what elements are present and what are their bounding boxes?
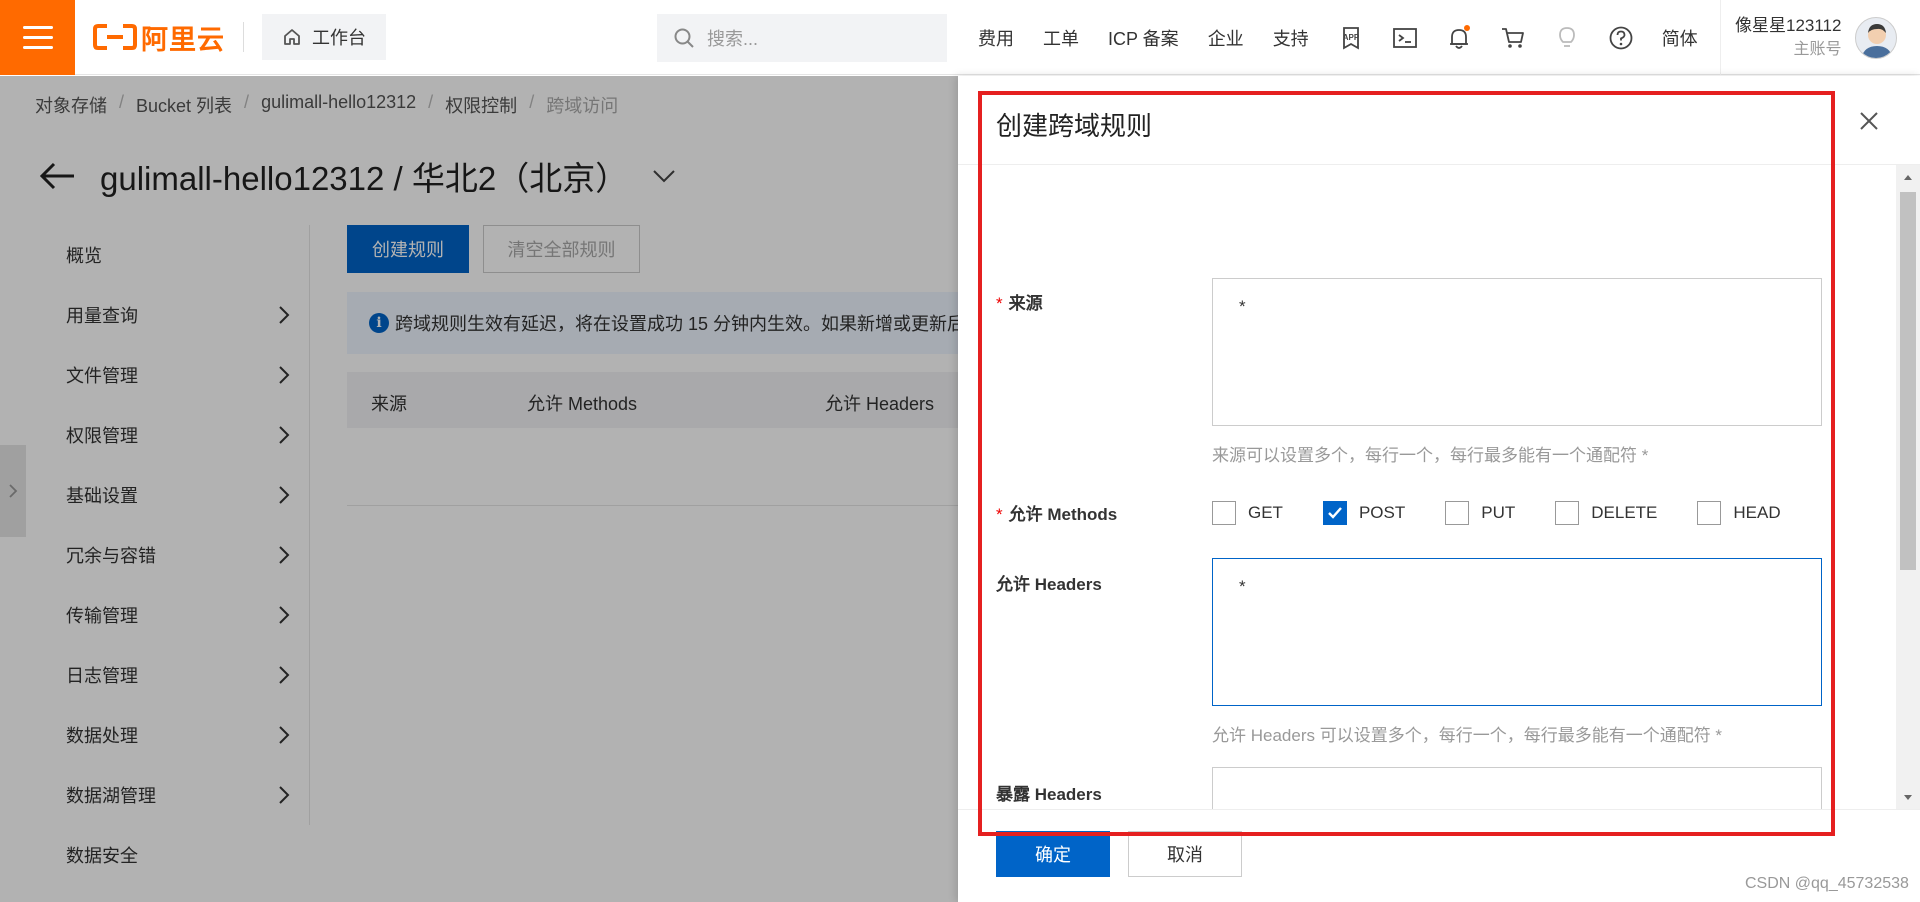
drawer-body: * 来源 * 来源可以设置多个，每行一个，每行最多能有一个通配符 * * 允许 Me…	[958, 165, 1920, 809]
origin-textarea[interactable]: *	[1212, 278, 1822, 426]
origin-label-text: 来源	[1008, 294, 1043, 313]
drawer-footer-divider	[958, 809, 1920, 810]
nav-fees[interactable]: 费用	[978, 25, 1014, 51]
menu-line	[22, 35, 53, 39]
required-mark: *	[996, 505, 1003, 524]
methods-label: * 允许 Methods	[996, 500, 1117, 525]
search-placeholder: 搜索...	[707, 29, 759, 49]
nav-enterprise[interactable]: 企业	[1208, 25, 1244, 51]
method-label: DELETE	[1591, 503, 1658, 522]
avatar[interactable]	[1855, 16, 1898, 59]
required-mark: *	[996, 294, 1003, 313]
drawer-title: 创建跨域规则	[996, 111, 1153, 141]
aliyun-logo-icon	[93, 24, 137, 50]
allow-headers-textarea[interactable]: *	[1212, 558, 1822, 706]
allow-headers-label: 允许 Headers	[996, 570, 1102, 595]
method-option-put[interactable]: PUT	[1445, 501, 1515, 525]
language-switch[interactable]: 简体	[1662, 25, 1698, 51]
checkbox[interactable]	[1555, 501, 1580, 525]
methods-label-cn: 允许	[1008, 505, 1043, 524]
expose-headers-label: 暴露 Headers	[996, 780, 1102, 805]
allow-headers-label-cn: 允许	[996, 575, 1030, 594]
allow-headers-help-text: 允许 Headers 可以设置多个，每行一个，每行最多能有一个通配符 *	[1212, 726, 1723, 745]
bell-icon[interactable]	[1446, 24, 1472, 51]
scroll-down-icon[interactable]	[1900, 791, 1916, 805]
top-nav-links: 费用 工单 ICP 备案 企业 支持 APP 简体	[978, 0, 1727, 75]
allow-headers-label-en: Headers	[1034, 575, 1102, 594]
expose-headers-label-en: Headers	[1034, 785, 1102, 804]
cancel-button[interactable]: 取消	[1128, 831, 1242, 877]
user-menu[interactable]: 像星星123112 主账号	[1720, 0, 1898, 75]
method-label: PUT	[1481, 503, 1516, 522]
svg-text:APP: APP	[1342, 33, 1359, 42]
checkbox[interactable]	[1322, 501, 1347, 525]
method-option-post[interactable]: POST	[1322, 501, 1406, 525]
nav-support[interactable]: 支持	[1273, 25, 1309, 51]
method-label: GET	[1248, 503, 1283, 522]
origin-label: * 来源	[996, 289, 1043, 314]
aliyun-logo[interactable]: 阿里云	[93, 0, 225, 75]
method-label: HEAD	[1733, 503, 1781, 522]
hamburger-menu-button[interactable]	[0, 0, 75, 75]
method-option-get[interactable]: GET	[1212, 501, 1283, 525]
user-name: 像星星123112	[1735, 15, 1842, 35]
method-option-head[interactable]: HEAD	[1697, 501, 1781, 525]
workbench-label: 工作台	[312, 28, 366, 48]
cart-icon[interactable]	[1500, 25, 1526, 51]
logo-text: 阿里云	[141, 24, 225, 55]
menu-line	[22, 45, 53, 49]
scrollbar-thumb[interactable]	[1900, 192, 1916, 570]
nav-icp[interactable]: ICP 备案	[1108, 25, 1179, 51]
create-cors-rule-drawer: 创建跨域规则 * 来源 * 来源可以设置多个，每行一个，每行最多能有一个通配符 *…	[958, 76, 1920, 902]
scroll-up-icon[interactable]	[1900, 170, 1916, 184]
expose-headers-label-cn: 暴露	[996, 785, 1030, 804]
app-icon[interactable]: APP	[1338, 25, 1364, 51]
origin-help-text: 来源可以设置多个，每行一个，每行最多能有一个通配符 *	[1212, 446, 1649, 465]
search-input[interactable]: 搜索...	[657, 14, 947, 62]
close-icon[interactable]	[1858, 110, 1880, 132]
expose-headers-textarea[interactable]	[1212, 767, 1822, 809]
menu-line	[22, 25, 53, 29]
method-label: POST	[1358, 503, 1406, 522]
check-icon	[1328, 507, 1342, 519]
confirm-button[interactable]: 确定	[996, 831, 1110, 877]
help-icon[interactable]	[1608, 25, 1634, 51]
watermark: CSDN @qq_45732538	[1745, 875, 1909, 892]
logo-divider	[243, 22, 244, 52]
account-type: 主账号	[1793, 40, 1842, 58]
terminal-icon[interactable]	[1392, 25, 1418, 51]
checkbox[interactable]	[1445, 501, 1470, 525]
methods-checkbox-group: GET POST PUT DELETE HEAD	[1212, 498, 1821, 528]
checkbox[interactable]	[1697, 501, 1722, 525]
methods-label-en: Methods	[1047, 505, 1118, 524]
workbench-button[interactable]: 工作台	[262, 14, 386, 60]
method-option-delete[interactable]: DELETE	[1555, 501, 1657, 525]
nav-tickets[interactable]: 工单	[1043, 25, 1079, 51]
search-icon	[674, 28, 694, 48]
bulb-icon[interactable]	[1554, 25, 1580, 51]
checkbox[interactable]	[1212, 501, 1236, 525]
home-icon	[284, 29, 300, 45]
